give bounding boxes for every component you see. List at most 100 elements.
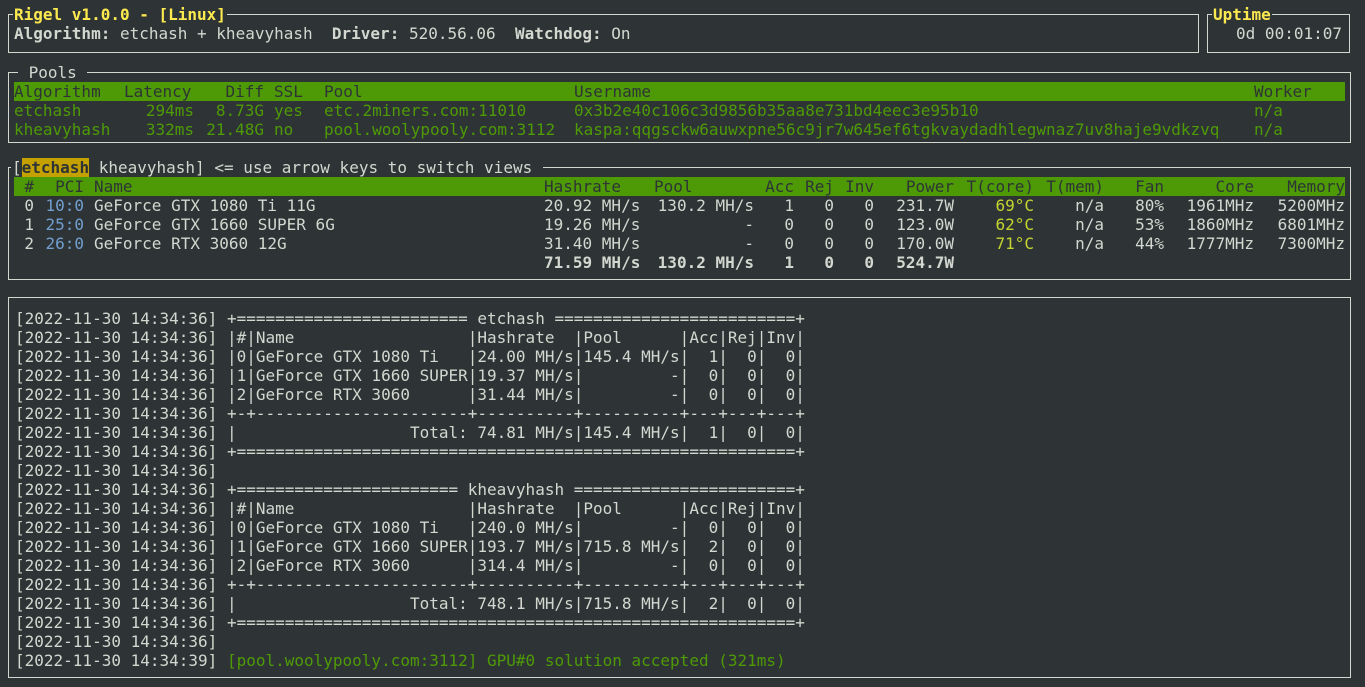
col-tmem: T(mem) (1046, 177, 1104, 196)
pool-ssl: yes (274, 101, 303, 120)
log-line: [2022-11-30 14:34:36] (15, 632, 227, 651)
gpu-row[interactable]: 1 25:0 GeForce GTX 1660 SUPER 6G 19.26 M… (14, 215, 1345, 234)
gpu-name: GeForce GTX 1080 Ti 11G (94, 196, 316, 215)
pool-latency: 332ms (145, 120, 194, 139)
uptime-panel: Uptime 0d 00:01:07 (1207, 5, 1350, 53)
tab-kheavyhash[interactable]: kheavyhash (99, 158, 195, 177)
gpu-pool: - (744, 215, 754, 234)
gpu-tmem: n/a (1075, 196, 1104, 215)
log-line: [2022-11-30 14:34:36] | Total: 748.1 MH/… (15, 594, 805, 613)
col-username: Username (574, 82, 652, 101)
gpu-pci: 10:0 (45, 196, 84, 215)
pool-url: pool.woolypooly.com:3112 (324, 120, 556, 139)
log-line: [2022-11-30 14:34:36] |1|GeForce GTX 166… (15, 537, 805, 556)
col-core: Core (1215, 177, 1254, 196)
log-text: |2|GeForce RTX 3060 |314.4 MH/s| -| 0| 0… (226, 556, 805, 575)
col-pool: Pool (324, 82, 363, 101)
gpu-hashrate: 20.92 MH/s (544, 196, 641, 215)
gpu-pci: 25:0 (45, 215, 84, 234)
gpu-fan: 44% (1135, 234, 1164, 253)
view-switcher: [etchash kheavyhash] <= use arrow keys t… (11, 158, 543, 177)
col-power: Power (905, 177, 954, 196)
pool-username: kaspa:qqgsckw6auwxpne56c9jr7w645ef6tgkva… (574, 120, 1220, 139)
log-timestamp: [2022-11-30 14:34:36] (15, 328, 218, 347)
log-timestamp: [2022-11-30 14:34:36] (15, 404, 218, 423)
pool-row[interactable]: etchash 294ms 8.73G yes etc.2miners.com:… (14, 101, 1345, 120)
gpu-row[interactable]: 2 26:0 GeForce RTX 3060 12G 31.40 MH/s -… (14, 234, 1345, 253)
gpu-idx: 0 (24, 196, 34, 215)
gpu-acc: 0 (784, 234, 794, 253)
log-text: +=======================================… (226, 613, 805, 632)
pool-worker: n/a (1254, 120, 1283, 139)
log-line: [2022-11-30 14:34:36] |1|GeForce GTX 166… (15, 366, 805, 385)
log-line: [2022-11-30 14:34:36] +-+---------------… (15, 575, 805, 594)
gpu-row[interactable]: 0 10:0 GeForce GTX 1080 Ti 11G 20.92 MH/… (14, 196, 1345, 215)
log-text: +======================= kheavyhash ====… (226, 480, 805, 499)
log-timestamp: [2022-11-30 14:34:36] (15, 442, 218, 461)
pool-diff: 8.73G (215, 101, 264, 120)
gpu-power: 231.7W (896, 196, 954, 215)
gpu-acc: 0 (784, 215, 794, 234)
log-line: [2022-11-30 14:34:36] |#|Name |Hashrate … (15, 328, 805, 347)
log-line: [2022-11-30 14:34:36] +-+---------------… (15, 404, 805, 423)
gpu-power: 170.0W (896, 234, 954, 253)
pool-username: 0x3b2e40c106c3d9856b35aa8e731bd4eec3e95b… (574, 101, 979, 120)
gpu-fan: 80% (1135, 196, 1164, 215)
pools-header-row: Algorithm Latency Diff SSL Pool Username… (14, 82, 1345, 101)
gpu-name: GeForce RTX 3060 12G (94, 234, 287, 253)
log-line: [2022-11-30 14:34:36] +=================… (15, 309, 805, 328)
col-inv: Inv (845, 177, 874, 196)
log-text: +=======================================… (226, 442, 805, 461)
gpu-memory: 5200MHz (1277, 196, 1345, 215)
col-memory: Memory (1287, 177, 1345, 196)
log-text: |1|GeForce GTX 1660 SUPER|19.37 MH/s| -|… (226, 366, 805, 385)
col-ssl: SSL (274, 82, 303, 101)
log-timestamp: [2022-11-30 14:34:36] (15, 366, 218, 385)
log-timestamp: [2022-11-30 14:34:36] (15, 575, 218, 594)
col-fan: Fan (1135, 177, 1164, 196)
col-latency: Latency (124, 82, 192, 101)
log-text: |2|GeForce RTX 3060 |31.44 MH/s| -| 0| 0… (226, 385, 805, 404)
pool-row[interactable]: kheavyhash 332ms 21.48G no pool.woolypoo… (14, 120, 1345, 139)
gpu-memory: 7300MHz (1277, 234, 1345, 253)
log-line: [2022-11-30 14:34:36] (15, 461, 227, 480)
total-acc: 1 (784, 253, 794, 272)
gpu-hashrate: 31.40 MH/s (544, 234, 641, 253)
gpu-header-row: # PCI Name Hashrate Pool Acc Rej Inv Pow… (14, 177, 1345, 196)
uptime-value: 0d 00:01:07 (1236, 24, 1342, 43)
gpu-total-row: 71.59 MH/s 130.2 MH/s 1 0 0 524.7W (14, 253, 1345, 272)
col-algorithm: Algorithm (14, 82, 101, 101)
gpu-inv: 0 (864, 234, 874, 253)
log-line: [2022-11-30 14:34:36] |2|GeForce RTX 306… (15, 556, 805, 575)
header-info: Algorithm: etchash + kheavyhash Driver: … (14, 24, 631, 43)
gpu-tcore: 62°C (995, 215, 1034, 234)
uptime-label: Uptime (1212, 5, 1272, 24)
log-text: |0|GeForce GTX 1080 Ti |24.00 MH/s|145.4… (226, 347, 805, 366)
log-timestamp: [2022-11-30 14:34:36] (15, 461, 218, 480)
app-title: Rigel v1.0.0 - [Linux] (13, 5, 227, 24)
watchdog-label: Watchdog: (514, 24, 602, 43)
log-timestamp: [2022-11-30 14:34:36] (15, 632, 218, 651)
col-name: Name (94, 177, 133, 196)
watchdog-value: On (611, 24, 631, 43)
log-line-accepted: [2022-11-30 14:34:39] [pool.woolypooly.c… (15, 651, 786, 670)
gpu-fan: 53% (1135, 215, 1164, 234)
pool-latency: 294ms (145, 101, 194, 120)
view-hint: <= use arrow keys to switch views (214, 158, 533, 177)
log-text: | Total: 74.81 MH/s|145.4 MH/s| 1| 0| 0| (226, 423, 805, 442)
gpu-tmem: n/a (1075, 234, 1104, 253)
log-text: |0|GeForce GTX 1080 Ti |240.0 MH/s| -| 0… (226, 518, 805, 537)
log-timestamp: [2022-11-30 14:34:36] (15, 537, 218, 556)
driver-label: Driver: (331, 24, 400, 43)
log-line: [2022-11-30 14:34:36] |0|GeForce GTX 108… (15, 518, 805, 537)
pool-algorithm: etchash (14, 101, 82, 120)
gpu-idx: 1 (24, 215, 34, 234)
col-idx: # (24, 177, 34, 196)
log-timestamp: [2022-11-30 14:34:36] (15, 556, 218, 575)
tab-etchash[interactable]: etchash (21, 158, 90, 177)
pools-panel: Pools Algorithm Latency Diff SSL Pool Us… (8, 63, 1351, 143)
col-worker: Worker (1254, 82, 1312, 101)
total-power: 524.7W (896, 253, 954, 272)
log-text: |1|GeForce GTX 1660 SUPER|193.7 MH/s|715… (226, 537, 805, 556)
log-line: [2022-11-30 14:34:36] +=================… (15, 613, 805, 632)
